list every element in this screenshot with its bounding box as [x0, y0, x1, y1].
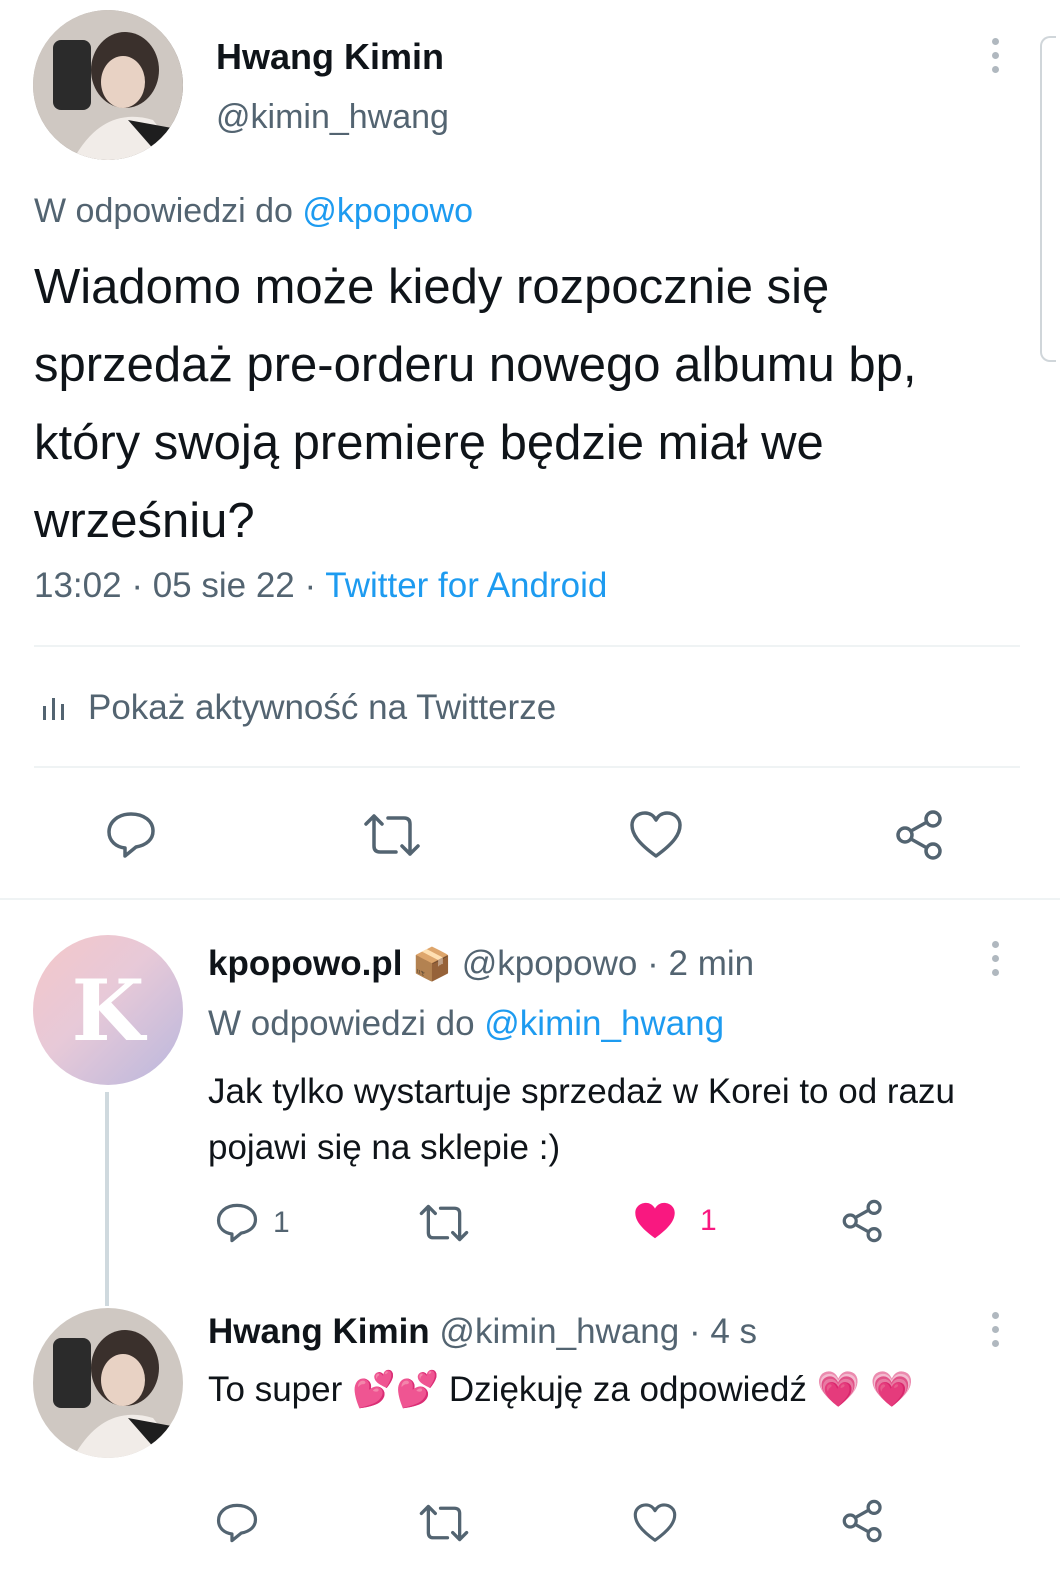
divider: [34, 645, 1020, 647]
like-count: 1: [700, 1204, 717, 1237]
reply-time[interactable]: 2 min: [669, 944, 755, 983]
reply-text-part2: Dziękuję za odpowiedź: [448, 1370, 807, 1409]
reply-icon[interactable]: [105, 810, 157, 860]
meta-separator: ·: [688, 1312, 701, 1351]
activity-link[interactable]: Pokaż aktywność na Twitterze: [40, 688, 556, 728]
reply-context: W odpowiedzi do @kimin_hwang: [208, 1004, 724, 1044]
like-icon[interactable]: [628, 810, 684, 860]
author-handle[interactable]: @kimin_hwang: [216, 98, 449, 137]
author-avatar[interactable]: [33, 10, 183, 160]
divider: [34, 766, 1020, 768]
divider: [0, 898, 1060, 900]
meta-separator: ·: [131, 566, 143, 605]
reply-author-name[interactable]: Hwang Kimin: [208, 1312, 430, 1351]
reply-to-link[interactable]: @kimin_hwang: [484, 1004, 724, 1043]
reply-text: Jak tylko wystartuje sprzedaż w Korei to…: [208, 1072, 955, 1167]
like-action[interactable]: 1: [632, 1200, 717, 1242]
reply-icon: [215, 1202, 259, 1244]
heart-emoji: 💗: [869, 1370, 914, 1409]
more-icon[interactable]: [992, 941, 1002, 983]
share-icon[interactable]: [840, 1498, 886, 1544]
tweet-meta: 13:02 · 05 sie 22 · Twitter for Android: [34, 566, 607, 606]
meta-separator: ·: [304, 566, 317, 605]
reply-prefix: W odpowiedzi do: [208, 1004, 475, 1043]
scrollbar[interactable]: [1040, 36, 1056, 362]
reply-avatar[interactable]: [33, 1308, 183, 1458]
tweet-time[interactable]: 13:02: [34, 566, 122, 605]
reply-author-handle[interactable]: @kpopowo: [462, 944, 638, 983]
reply-author-handle[interactable]: @kimin_hwang: [439, 1312, 679, 1351]
reply-header: Hwang Kimin @kimin_hwang · 4 s: [208, 1312, 757, 1352]
thread-line: [105, 1092, 109, 1306]
share-icon[interactable]: [893, 808, 947, 862]
retweet-icon[interactable]: [360, 812, 424, 858]
reply-count: 1: [273, 1206, 290, 1239]
more-icon[interactable]: [992, 38, 1002, 80]
reply-text: To super 💕💕 Dziękuję za odpowiedź 💗 💗: [208, 1362, 998, 1418]
reply-avatar[interactable]: K: [33, 935, 183, 1085]
reply-prefix: W odpowiedzi do: [34, 192, 293, 230]
author-name[interactable]: Hwang Kimin: [216, 36, 444, 78]
reply-icon[interactable]: [215, 1502, 259, 1544]
badge-icon: 📦: [412, 946, 452, 982]
activity-label: Pokaż aktywność na Twitterze: [88, 688, 557, 727]
analytics-icon: [40, 694, 68, 722]
hearts-emoji: 💕💕: [351, 1370, 440, 1409]
avatar-letter: K: [71, 960, 145, 1060]
like-icon[interactable]: [632, 1502, 678, 1544]
reply-header: kpopowo.pl 📦 @kpopowo · 2 min: [208, 944, 754, 984]
heart-emoji: 💗: [816, 1370, 861, 1409]
reply-to-link[interactable]: @kpopowo: [302, 192, 473, 230]
share-icon[interactable]: [840, 1198, 886, 1244]
like-icon-filled: [632, 1200, 678, 1242]
retweet-icon[interactable]: [416, 1503, 472, 1543]
reply-context: W odpowiedzi do @kpopowo: [34, 192, 473, 231]
more-icon[interactable]: [992, 1312, 1002, 1354]
reply-author-name[interactable]: kpopowo.pl: [208, 944, 402, 983]
tweet-text: Wiadomo może kiedy rozpocznie się sprzed…: [34, 260, 917, 548]
tweet-source[interactable]: Twitter for Android: [325, 566, 607, 605]
retweet-icon[interactable]: [416, 1203, 472, 1243]
reply-text-part1: To super: [208, 1370, 343, 1409]
meta-separator: ·: [647, 944, 659, 983]
avatar-photo: [33, 1308, 183, 1458]
tweet-date[interactable]: 05 sie 22: [153, 566, 295, 605]
reply-time[interactable]: 4 s: [710, 1312, 757, 1351]
reply-action[interactable]: 1: [215, 1202, 290, 1244]
avatar-photo: [33, 10, 183, 160]
